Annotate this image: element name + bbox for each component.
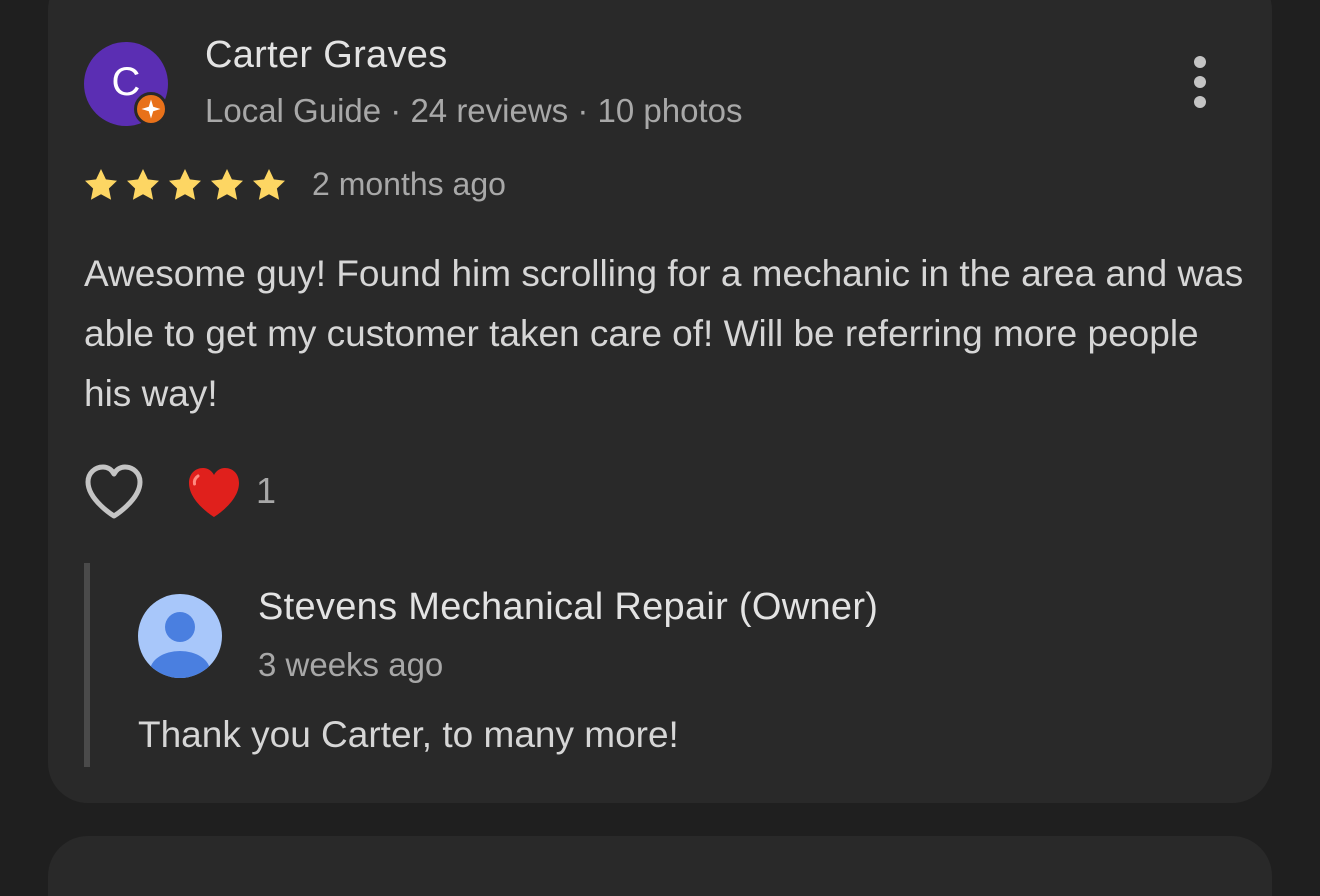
star-icon	[127, 169, 159, 200]
star-icon	[169, 169, 201, 200]
reviewer-name[interactable]: Carter Graves	[205, 34, 448, 77]
reaction-count: 1	[256, 470, 277, 511]
owner-name[interactable]: Stevens Mechanical Repair (Owner)	[258, 586, 878, 629]
review-time: 2 months ago	[312, 166, 506, 202]
more-vert-icon[interactable]	[1176, 52, 1224, 112]
star-icon	[253, 169, 285, 200]
star-icon	[85, 169, 117, 200]
star-rating	[85, 169, 285, 200]
star-icon	[211, 169, 243, 200]
local-guide-star-icon	[134, 92, 168, 126]
next-review-card	[48, 836, 1272, 896]
reply-text: Thank you Carter, to many more!	[138, 714, 679, 755]
reply-divider	[84, 563, 90, 767]
default-person-avatar-icon	[138, 594, 222, 678]
reply-time: 3 weeks ago	[258, 646, 444, 683]
red-heart-icon[interactable]	[184, 462, 244, 522]
review-text: Awesome guy! Found him scrolling for a m…	[84, 253, 1244, 414]
heart-outline-icon[interactable]	[80, 458, 148, 526]
reviewer-meta: Local Guide · 24 reviews · 10 photos	[205, 92, 743, 129]
